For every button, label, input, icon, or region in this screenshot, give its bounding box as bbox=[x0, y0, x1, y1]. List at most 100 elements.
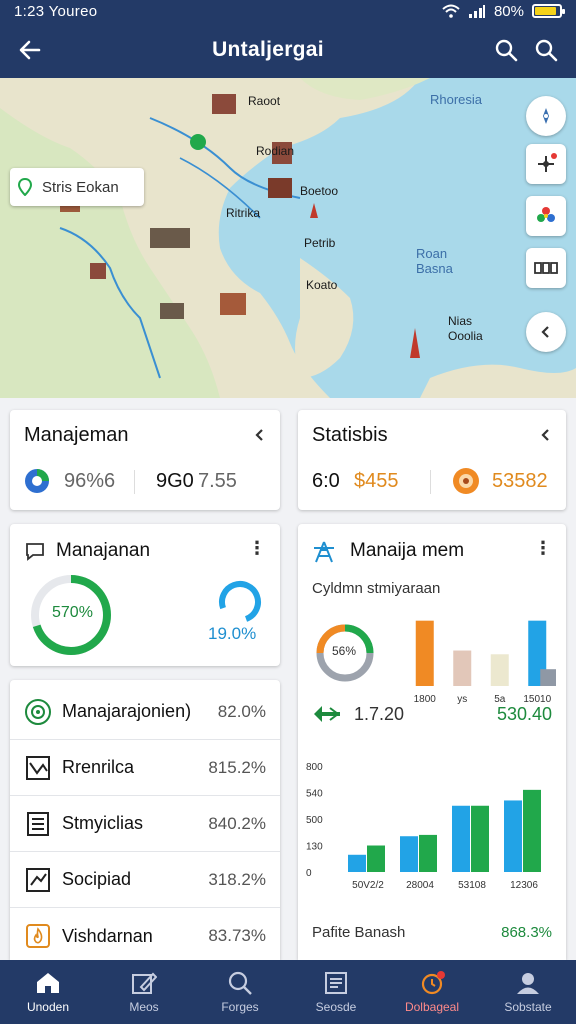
card-title: Statisbis bbox=[312, 424, 388, 446]
divider bbox=[430, 470, 431, 494]
chat-icon bbox=[26, 543, 44, 561]
wifi-icon bbox=[442, 4, 460, 18]
divider bbox=[134, 470, 135, 494]
back-arrow-icon bbox=[19, 40, 41, 60]
x-tick-label: 28004 bbox=[406, 880, 434, 891]
layers-button[interactable] bbox=[526, 144, 566, 184]
nav-label: Dolbageal bbox=[404, 999, 460, 1014]
nav-label: Unoden bbox=[26, 999, 70, 1014]
x-tick-label: 50V2/2 bbox=[352, 880, 384, 891]
nav-search[interactable]: Forges bbox=[192, 960, 288, 1024]
chevron-left-icon bbox=[541, 326, 549, 338]
search-icon bbox=[495, 39, 518, 62]
x-tick-label: ys bbox=[457, 694, 467, 704]
footer-value: 868.3% bbox=[501, 924, 552, 941]
top-bar-chart: 1800 ys 5a 15010 bbox=[414, 620, 556, 704]
x-tick-label: 15010 bbox=[523, 694, 551, 704]
bar-mark bbox=[540, 669, 556, 686]
bar-mark bbox=[523, 789, 541, 872]
bar-mark bbox=[453, 650, 472, 686]
nav-notes[interactable]: Meos bbox=[96, 960, 192, 1024]
nav-dashboard[interactable]: Dolbageal bbox=[384, 960, 480, 1024]
poi-button[interactable] bbox=[526, 196, 566, 236]
map-background bbox=[0, 78, 576, 398]
grid-icon bbox=[534, 262, 558, 274]
nav-home[interactable]: Unoden bbox=[0, 960, 96, 1024]
chart-icon bbox=[24, 754, 52, 782]
map-label: Boetoo bbox=[300, 184, 339, 198]
map-label: Petrib bbox=[304, 236, 336, 250]
bar-mark bbox=[400, 836, 418, 872]
nav-label: Forges bbox=[221, 999, 259, 1014]
mini-donut-label: 56% bbox=[332, 644, 357, 658]
bar-mark bbox=[419, 834, 437, 872]
stat-card-statistics[interactable]: Statisbis 6:0 $455 53582 bbox=[298, 410, 566, 510]
bottom-bar-chart: 800 540 500 130 0 50V2/2 28004 53108 12306 bbox=[306, 762, 541, 891]
stat-value: 53582 bbox=[492, 470, 548, 492]
trend-value-right: 530.40 bbox=[496, 704, 552, 724]
bar-mark bbox=[348, 854, 366, 872]
more-icon[interactable]: ⋮ bbox=[534, 538, 552, 559]
list-item[interactable]: Stmyiclias 840.2% bbox=[10, 796, 280, 852]
home-icon bbox=[37, 972, 59, 993]
stat-value: 7.55 bbox=[198, 470, 237, 492]
list-item-value: 840.2% bbox=[208, 813, 266, 833]
ring-label: 19.0% bbox=[208, 624, 257, 643]
progress-ring bbox=[219, 581, 261, 623]
document-icon bbox=[24, 810, 52, 838]
list-item-label: Vishdarnan bbox=[62, 925, 153, 946]
status-time: 1:23 Youreo bbox=[14, 2, 98, 20]
card-title: Manajeman bbox=[24, 424, 129, 446]
signal-icon bbox=[468, 5, 485, 18]
list-item[interactable]: Manajarajonien) 82.0% bbox=[10, 684, 280, 740]
bar-mark bbox=[415, 620, 434, 686]
trend-icon bbox=[24, 866, 52, 894]
card-title: Manaija mem bbox=[350, 540, 465, 561]
nav-list[interactable]: Seosde bbox=[288, 960, 384, 1024]
edit-icon bbox=[132, 972, 157, 994]
map-search-box[interactable]: Stris Eokan bbox=[10, 168, 144, 206]
nav-label: Seosde bbox=[315, 999, 357, 1014]
search-button-secondary[interactable] bbox=[526, 30, 566, 70]
location-pin-icon bbox=[18, 178, 32, 196]
more-icon[interactable]: ⋮ bbox=[248, 538, 266, 559]
stat-value: 96%6 bbox=[64, 470, 116, 492]
nav-profile[interactable]: Sobstate bbox=[480, 960, 576, 1024]
gauge-card[interactable]: Manajanan ⋮ 570% 19.0% bbox=[10, 524, 280, 666]
back-button[interactable] bbox=[10, 30, 50, 70]
map-label: Ritrika bbox=[226, 206, 261, 220]
list-item-value: 83.73% bbox=[208, 926, 266, 945]
card-title: Manajanan bbox=[56, 540, 151, 561]
flower-icon bbox=[537, 207, 555, 222]
map-label: Roan Basna bbox=[416, 246, 453, 276]
bar-mark bbox=[504, 800, 522, 872]
list-item[interactable]: Vishdarnan 83.73% bbox=[10, 908, 280, 964]
y-tick-label: 130 bbox=[306, 842, 323, 853]
view-mode-button[interactable] bbox=[526, 248, 566, 288]
map-label: Raoot bbox=[248, 94, 281, 108]
nav-label: Meos bbox=[129, 999, 159, 1014]
compass-button[interactable] bbox=[526, 96, 566, 136]
x-tick-label: 53108 bbox=[458, 880, 486, 891]
app-bar: Untaljergai bbox=[0, 22, 576, 78]
x-tick-label: 12306 bbox=[510, 880, 538, 891]
tower-icon bbox=[314, 541, 334, 563]
stat-value: 9G0 bbox=[156, 470, 194, 492]
search-button[interactable] bbox=[486, 30, 526, 70]
list-item[interactable]: Rrenrilca 815.2% bbox=[10, 740, 280, 796]
x-tick-label: 1800 bbox=[414, 694, 437, 704]
chevron-left-icon[interactable] bbox=[254, 428, 266, 442]
nav-label: Sobstate bbox=[504, 999, 552, 1014]
list-icon bbox=[325, 971, 347, 994]
map-label: Rodian bbox=[256, 144, 295, 158]
map-label: Nias Ooolia bbox=[448, 314, 483, 343]
user-icon bbox=[517, 972, 539, 994]
map-view[interactable]: Stris Eokan Raoot Rhoresia Rodian Boetoo… bbox=[0, 78, 576, 398]
collapse-panel-button[interactable] bbox=[526, 312, 566, 352]
chart-card[interactable]: Manaija mem ⋮ Cyldmn stmiyaraan 56% 1800… bbox=[298, 524, 566, 960]
chevron-left-icon[interactable] bbox=[540, 428, 552, 442]
target-icon bbox=[24, 698, 52, 726]
list-item[interactable]: Socipiad 318.2% bbox=[10, 852, 280, 908]
stat-card-management[interactable]: Manajeman 96%6 9G0 7.55 bbox=[10, 410, 280, 510]
map-label: Rhoresia bbox=[430, 92, 483, 107]
